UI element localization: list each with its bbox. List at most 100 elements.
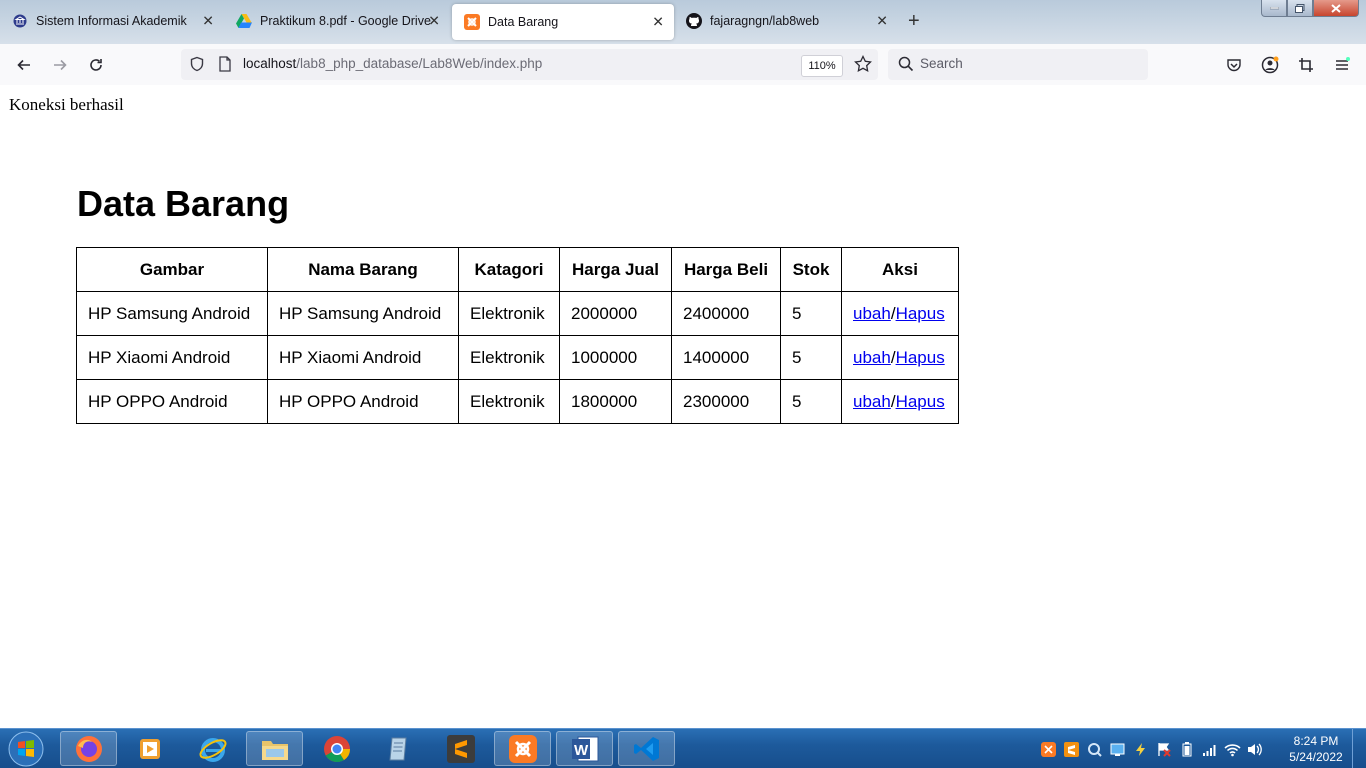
- column-header-kategori: Katagori: [458, 247, 560, 292]
- windows-start-icon: [8, 731, 44, 767]
- cell-harga-beli: 1400000: [671, 335, 781, 380]
- url-path: /lab8_php_database/Lab8Web/index.php: [296, 56, 543, 71]
- page-title: Data Barang: [77, 183, 290, 224]
- back-arrow-icon: [17, 59, 30, 71]
- cell-stok: 5: [780, 379, 842, 424]
- taskbar-notepad[interactable]: [370, 731, 427, 766]
- cell-kategori: Elektronik: [458, 335, 560, 380]
- signal-strength-icon[interactable]: [1201, 741, 1218, 757]
- address-bar[interactable]: localhost/lab8_php_database/Lab8Web/inde…: [181, 49, 878, 80]
- new-tab-button[interactable]: +: [908, 10, 920, 32]
- page-info-icon[interactable]: [218, 56, 232, 77]
- cell-harga-beli: 2300000: [671, 379, 781, 424]
- browser-window: Sistem Informasi Akademik ✕ Praktikum 8.…: [0, 0, 1366, 768]
- url-text[interactable]: localhost/lab8_php_database/Lab8Web/inde…: [243, 56, 542, 71]
- account-button[interactable]: [1257, 52, 1283, 78]
- delete-link[interactable]: Hapus: [896, 348, 945, 367]
- system-tray: [1040, 741, 1264, 757]
- menu-button[interactable]: [1329, 52, 1355, 78]
- github-icon: [686, 13, 702, 29]
- cell-aksi: ubah/Hapus: [841, 291, 959, 336]
- display-tray-icon[interactable]: [1109, 741, 1126, 757]
- tab-label: Praktikum 8.pdf - Google Drive: [260, 14, 431, 28]
- start-button[interactable]: [4, 730, 48, 768]
- battery-icon[interactable]: [1178, 741, 1195, 757]
- cell-kategori: Elektronik: [458, 379, 560, 424]
- column-header-harga-jual: Harga Jual: [559, 247, 672, 292]
- google-drive-icon: [236, 13, 252, 29]
- table-header-row: Gambar Nama Barang Katagori Harga Jual H…: [76, 247, 959, 292]
- navigation-toolbar: localhost/lab8_php_database/Lab8Web/inde…: [0, 44, 1366, 86]
- forward-button[interactable]: [47, 52, 73, 78]
- restore-icon[interactable]: [1287, 0, 1313, 17]
- pocket-icon: [1227, 59, 1241, 72]
- close-tab-icon[interactable]: ✕: [652, 14, 664, 31]
- tab-praktikum-pdf[interactable]: Praktikum 8.pdf - Google Drive ✕: [224, 2, 450, 40]
- power-tray-icon[interactable]: [1132, 741, 1149, 757]
- media-player-icon: [139, 738, 160, 759]
- cell-harga-jual: 1000000: [559, 335, 672, 380]
- taskbar-xampp[interactable]: [494, 731, 551, 766]
- taskbar-chrome[interactable]: [308, 731, 365, 766]
- url-host: localhost: [243, 56, 297, 71]
- cell-nama-barang: HP OPPO Android: [267, 379, 459, 424]
- notepad-icon: [388, 737, 407, 760]
- back-button[interactable]: [11, 52, 37, 78]
- university-icon: [12, 13, 28, 29]
- taskbar-firefox[interactable]: [60, 731, 117, 766]
- taskbar-media-player[interactable]: [121, 731, 178, 766]
- show-desktop-button[interactable]: [1352, 729, 1366, 768]
- bookmark-star-icon[interactable]: [854, 54, 872, 78]
- delete-link[interactable]: Hapus: [896, 304, 945, 323]
- reload-button[interactable]: [83, 52, 109, 78]
- cell-stok: 5: [780, 291, 842, 336]
- cell-nama-barang: HP Xiaomi Android: [267, 335, 459, 380]
- sublime-text-icon: [446, 734, 475, 763]
- column-header-aksi: Aksi: [841, 247, 959, 292]
- forward-arrow-icon: [54, 59, 67, 71]
- close-tab-icon[interactable]: ✕: [428, 13, 440, 30]
- search-tray-icon[interactable]: [1086, 741, 1103, 757]
- pocket-button[interactable]: [1221, 52, 1247, 78]
- tracking-protection-icon[interactable]: [189, 56, 205, 77]
- table-row: HP OPPO Android HP OPPO Android Elektron…: [76, 379, 959, 424]
- sublime-tray-icon[interactable]: [1063, 741, 1080, 757]
- volume-icon[interactable]: [1247, 741, 1264, 757]
- taskbar-internet-explorer[interactable]: [184, 731, 241, 766]
- account-icon: [1261, 56, 1279, 74]
- tab-sistem-informasi-akademik[interactable]: Sistem Informasi Akademik ✕: [0, 2, 224, 40]
- cell-kategori: Elektronik: [458, 291, 560, 336]
- action-center-flag-icon[interactable]: [1155, 741, 1172, 757]
- taskbar-file-explorer[interactable]: [246, 731, 303, 766]
- column-header-stok: Stok: [780, 247, 842, 292]
- close-window-icon[interactable]: [1313, 0, 1359, 17]
- edit-link[interactable]: ubah: [853, 392, 891, 411]
- delete-link[interactable]: Hapus: [896, 392, 945, 411]
- taskbar-vscode[interactable]: [618, 731, 675, 766]
- cell-gambar: HP Samsung Android: [76, 291, 268, 336]
- minimize-icon[interactable]: [1261, 0, 1287, 17]
- tab-label: Sistem Informasi Akademik: [36, 14, 187, 28]
- xampp-tray-icon[interactable]: [1040, 741, 1057, 757]
- column-header-nama-barang: Nama Barang: [267, 247, 459, 292]
- word-icon: W: [571, 736, 598, 761]
- tab-data-barang[interactable]: Data Barang ✕: [452, 4, 674, 40]
- zoom-level-button[interactable]: 110%: [801, 55, 843, 77]
- taskbar-sublime-text[interactable]: [432, 731, 489, 766]
- wifi-icon[interactable]: [1224, 741, 1241, 757]
- edit-link[interactable]: ubah: [853, 304, 891, 323]
- close-tab-icon[interactable]: ✕: [876, 13, 888, 30]
- table-row: HP Xiaomi Android HP Xiaomi Android Elek…: [76, 335, 959, 380]
- clock-date: 5/24/2022: [1289, 750, 1343, 764]
- edit-link[interactable]: ubah: [853, 348, 891, 367]
- cell-gambar: HP OPPO Android: [76, 379, 268, 424]
- tab-label: Data Barang: [488, 15, 559, 29]
- close-tab-icon[interactable]: ✕: [202, 13, 214, 30]
- xampp-icon: [508, 734, 537, 763]
- extensions-button[interactable]: [1293, 52, 1319, 78]
- search-bar[interactable]: Search: [888, 49, 1148, 80]
- taskbar-word[interactable]: W: [556, 731, 613, 766]
- tab-github[interactable]: fajaragngn/lab8web ✕: [674, 2, 898, 40]
- firefox-icon: [75, 735, 102, 762]
- system-clock[interactable]: 8:24 PM 5/24/2022: [1284, 733, 1348, 765]
